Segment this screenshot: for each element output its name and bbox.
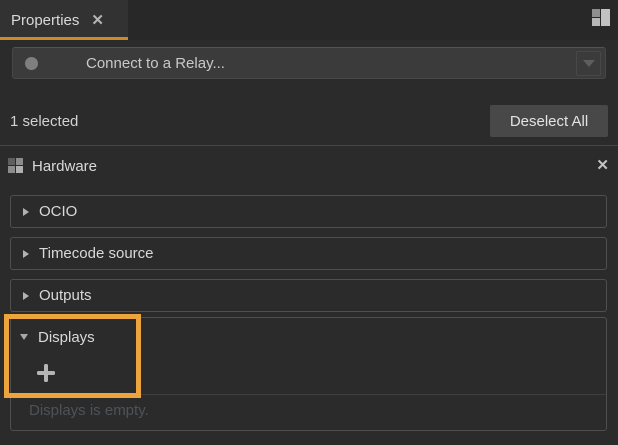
editor-header: Hardware ✕ (0, 146, 618, 186)
status-dot-icon (25, 57, 38, 70)
chevron-right-icon (23, 208, 29, 216)
tab-bar: Properties ✕ (0, 0, 618, 40)
tab-properties[interactable]: Properties ✕ (0, 0, 128, 40)
section-displays-header[interactable]: Displays (11, 324, 95, 350)
displays-empty-message: Displays is empty. (29, 402, 149, 419)
selection-count: 1 selected (10, 113, 78, 130)
editor-title: Hardware (32, 158, 97, 175)
selection-bar: 1 selected Deselect All (10, 105, 608, 137)
tab-label: Properties (11, 12, 79, 29)
add-display-button[interactable] (33, 360, 59, 386)
section-displays: Displays Displays is empty. (10, 317, 607, 431)
layout-icon-cell (592, 9, 600, 17)
section-label: Outputs (39, 287, 92, 304)
relay-dropdown[interactable]: Connect to a Relay... (12, 47, 606, 79)
tab-close-icon[interactable]: ✕ (91, 13, 104, 28)
layout-icon-cell (601, 9, 610, 26)
section-ocio[interactable]: OCIO (10, 195, 607, 228)
displays-list-divider (11, 394, 606, 395)
plus-icon (33, 360, 59, 386)
section-outputs[interactable]: Outputs (10, 279, 607, 312)
deselect-all-button[interactable]: Deselect All (490, 105, 608, 137)
properties-panel: Properties ✕ Connect to a Relay... 1 sel… (0, 0, 618, 445)
section-label: Timecode source (39, 245, 154, 262)
dropdown-caret-button[interactable] (576, 51, 601, 76)
section-label: OCIO (39, 203, 77, 220)
chevron-down-icon (583, 60, 595, 67)
editor-close-icon[interactable]: ✕ (596, 158, 609, 173)
hardware-icon (8, 158, 24, 174)
layout-icon-cell (592, 18, 600, 26)
chevron-down-icon (20, 334, 28, 340)
chevron-right-icon (23, 292, 29, 300)
panel-layout-icon[interactable] (592, 9, 611, 27)
chevron-right-icon (23, 250, 29, 258)
active-tab-underline (0, 37, 128, 40)
section-timecode-source[interactable]: Timecode source (10, 237, 607, 270)
section-label: Displays (38, 329, 95, 346)
relay-dropdown-label: Connect to a Relay... (86, 55, 225, 72)
